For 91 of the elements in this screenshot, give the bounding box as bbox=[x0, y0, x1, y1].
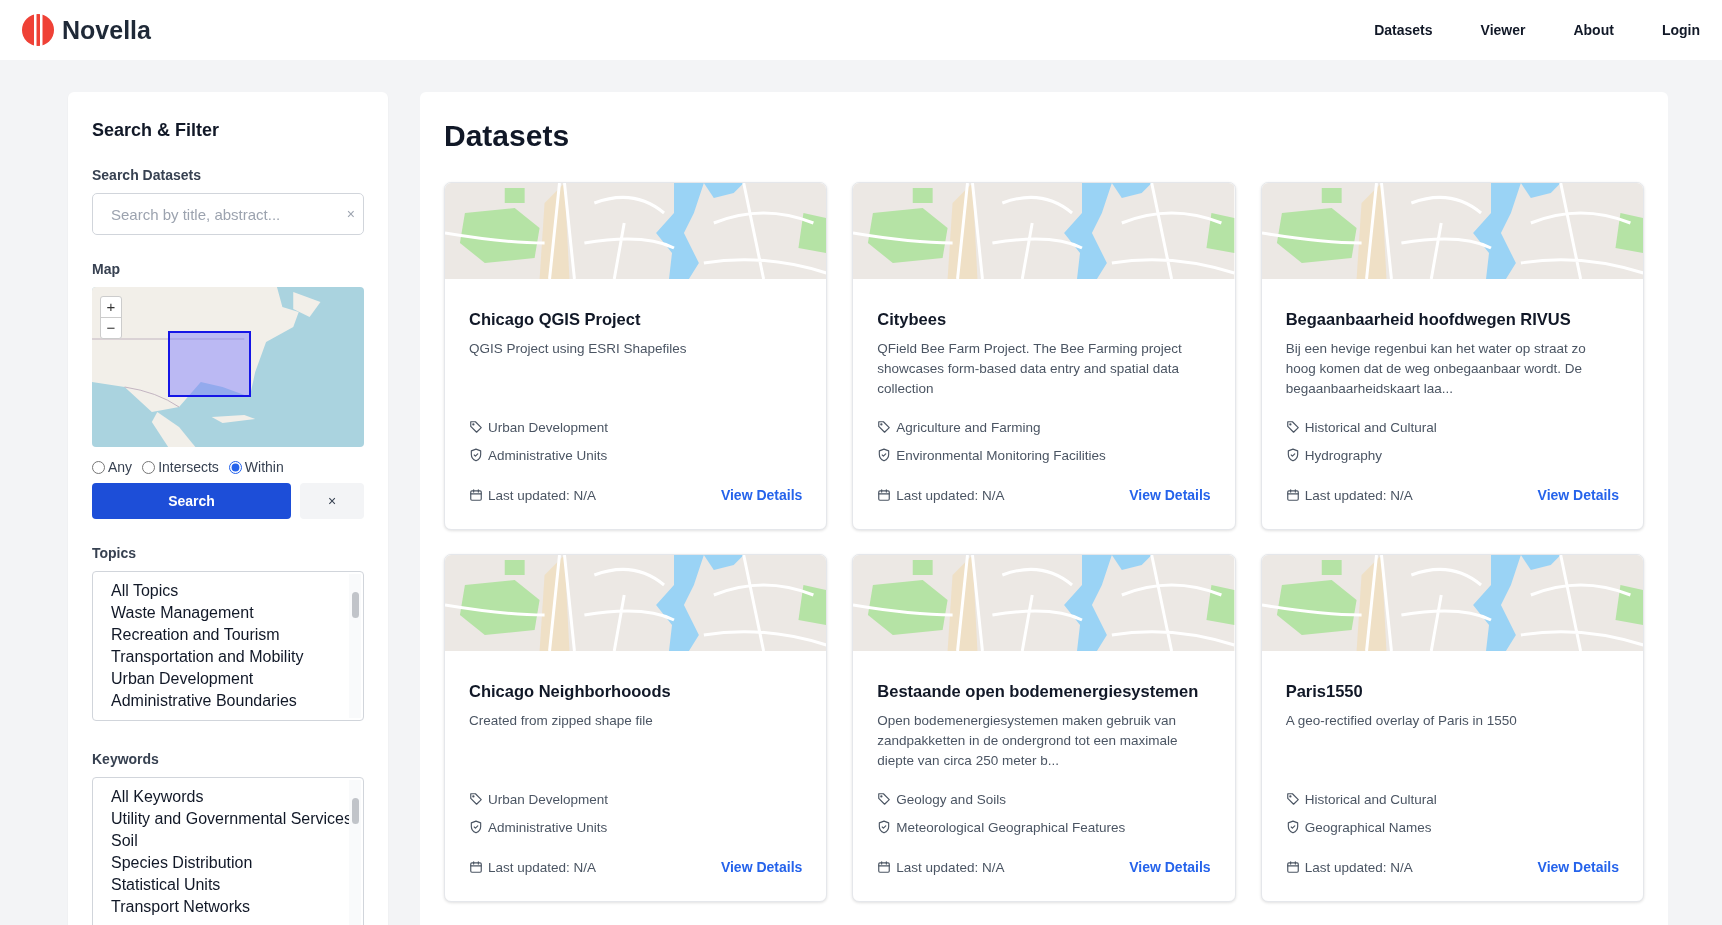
calendar-icon bbox=[469, 488, 483, 502]
list-option[interactable]: Transport Networks bbox=[111, 896, 363, 918]
brand-name: Novella bbox=[62, 15, 151, 45]
list-option[interactable]: Urban Development bbox=[111, 668, 363, 690]
radio-button[interactable] bbox=[142, 460, 156, 474]
dataset-title: Bestaande open bodemenergiesystemen bbox=[877, 681, 1200, 702]
dataset-title: Chicago QGIS Project bbox=[469, 309, 642, 330]
list-option[interactable]: All Keywords bbox=[111, 786, 363, 808]
dataset-description: QField Bee Farm Project. The Bee Farming project showcases form-based data entry and spatial data collection bbox=[877, 340, 1183, 398]
search-button[interactable]: Search bbox=[92, 483, 291, 519]
topic-label: Geology and Soils bbox=[896, 791, 1006, 807]
category-label: Hydrography bbox=[1304, 447, 1382, 463]
category-label: Geographical Names bbox=[1304, 819, 1432, 835]
list-option[interactable]: All Topics bbox=[111, 580, 363, 602]
calendar-icon bbox=[1285, 860, 1300, 874]
category-label: Environmental Monitoring Facilities bbox=[896, 447, 1106, 463]
category-label: Administrative Units bbox=[488, 447, 608, 463]
list-option[interactable]: Administrative Boundaries bbox=[111, 690, 363, 712]
logo-icon bbox=[22, 14, 54, 46]
nav-link[interactable]: Datasets bbox=[1374, 16, 1433, 44]
topic-label: Urban Development bbox=[488, 419, 609, 435]
radio-label: Within bbox=[244, 459, 284, 475]
radio-label: Any bbox=[108, 459, 133, 475]
list-option[interactable]: Statistical Units bbox=[111, 874, 363, 896]
view-details-link[interactable]: View Details bbox=[1129, 859, 1211, 875]
shield-check-icon bbox=[469, 448, 483, 462]
panel-title: Search & Filter bbox=[92, 120, 221, 141]
page-title: Datasets bbox=[444, 118, 571, 154]
calendar-icon bbox=[1285, 488, 1300, 502]
calendar-icon bbox=[877, 488, 892, 502]
dataset-description: Bij een hevige regenbui kan het water op straat zo hoog komen dat de weg onbegaanbaar wordt. De begaanbaarheidskaart laa... bbox=[1285, 340, 1587, 398]
tag-icon bbox=[469, 792, 483, 806]
dataset-title: Citybees bbox=[877, 309, 948, 330]
shield-check-icon bbox=[877, 448, 892, 462]
radio-label: Intersects bbox=[158, 459, 219, 475]
view-details-link[interactable]: View Details bbox=[1537, 859, 1619, 875]
section-label: Keywords bbox=[92, 751, 160, 767]
dataset-title: Chicago Neighborhooods bbox=[469, 681, 672, 702]
last-updated: Last updated: N/A bbox=[896, 487, 1005, 503]
view-details-link[interactable]: View Details bbox=[1129, 487, 1211, 503]
list-option[interactable]: Transportation and Mobility bbox=[111, 646, 363, 668]
radio-button[interactable] bbox=[228, 460, 242, 474]
list-option[interactable]: Soil bbox=[111, 830, 363, 852]
radio-button[interactable] bbox=[92, 460, 105, 474]
tag-icon bbox=[877, 420, 892, 434]
list-option[interactable]: Waste Management bbox=[111, 602, 363, 624]
dataset-title: Paris1550 bbox=[1285, 681, 1364, 702]
section-label: Map bbox=[92, 261, 121, 277]
zoom-out-button[interactable]: − bbox=[101, 317, 121, 338]
view-details-link[interactable]: View Details bbox=[720, 859, 803, 875]
zoom-in-button[interactable]: + bbox=[101, 297, 121, 317]
dataset-title: Begaanbaarheid hoofdwegen RIVUS bbox=[1285, 309, 1572, 330]
dataset-description: QGIS Project using ESRI Shapefiles bbox=[469, 340, 688, 358]
topics-list[interactable]: All Topics Waste Management Recreation and Tourism Transportation and Mobility Urban Development Administrative Boundaries bbox=[92, 571, 364, 721]
view-details-link[interactable]: View Details bbox=[720, 487, 803, 503]
list-option[interactable]: Recreation and Tourism bbox=[111, 624, 363, 646]
nav-link[interactable]: Login bbox=[1661, 16, 1700, 44]
last-updated: Last updated: N/A bbox=[896, 859, 1005, 875]
last-updated: Last updated: N/A bbox=[1304, 487, 1413, 503]
field-label: Search Datasets bbox=[92, 167, 202, 183]
category-label: Administrative Units bbox=[488, 819, 608, 835]
tag-icon bbox=[469, 420, 483, 434]
calendar-icon bbox=[469, 860, 483, 874]
list-option[interactable]: Species Distribution bbox=[111, 852, 363, 874]
dataset-description: A geo-rectified overlay of Paris in 1550 bbox=[1285, 712, 1518, 730]
category-label: Meteorological Geographical Features bbox=[896, 819, 1126, 835]
calendar-icon bbox=[877, 860, 892, 874]
topic-label: Historical and Cultural bbox=[1304, 419, 1437, 435]
tag-icon bbox=[1285, 792, 1300, 806]
tag-icon bbox=[877, 792, 892, 806]
view-details-link[interactable]: View Details bbox=[1537, 487, 1619, 503]
topic-label: Agriculture and Farming bbox=[896, 419, 1041, 435]
last-updated: Last updated: N/A bbox=[1304, 859, 1413, 875]
dataset-description: Created from zipped shape file bbox=[469, 712, 654, 730]
shield-check-icon bbox=[469, 820, 483, 834]
nav-link[interactable]: About bbox=[1573, 16, 1614, 44]
shield-check-icon bbox=[1285, 448, 1300, 462]
shield-check-icon bbox=[1285, 820, 1300, 834]
clear-button[interactable]: × bbox=[300, 483, 364, 519]
scrollbar[interactable] bbox=[349, 780, 361, 925]
tag-icon bbox=[1285, 420, 1300, 434]
bounding-box[interactable] bbox=[168, 331, 251, 397]
last-updated: Last updated: N/A bbox=[488, 859, 597, 875]
topic-label: Historical and Cultural bbox=[1304, 791, 1437, 807]
nav-link[interactable]: Viewer bbox=[1480, 16, 1526, 44]
dataset-description: Open bodemenergiesystemen maken gebruik van zandpakketten in de ondergrond tot een maximale diepte van circa 250 meter b... bbox=[877, 712, 1179, 770]
last-updated: Last updated: N/A bbox=[488, 487, 597, 503]
scrollbar[interactable] bbox=[349, 574, 361, 718]
section-label: Topics bbox=[92, 545, 138, 561]
topic-label: Urban Development bbox=[488, 791, 609, 807]
shield-check-icon bbox=[877, 820, 892, 834]
